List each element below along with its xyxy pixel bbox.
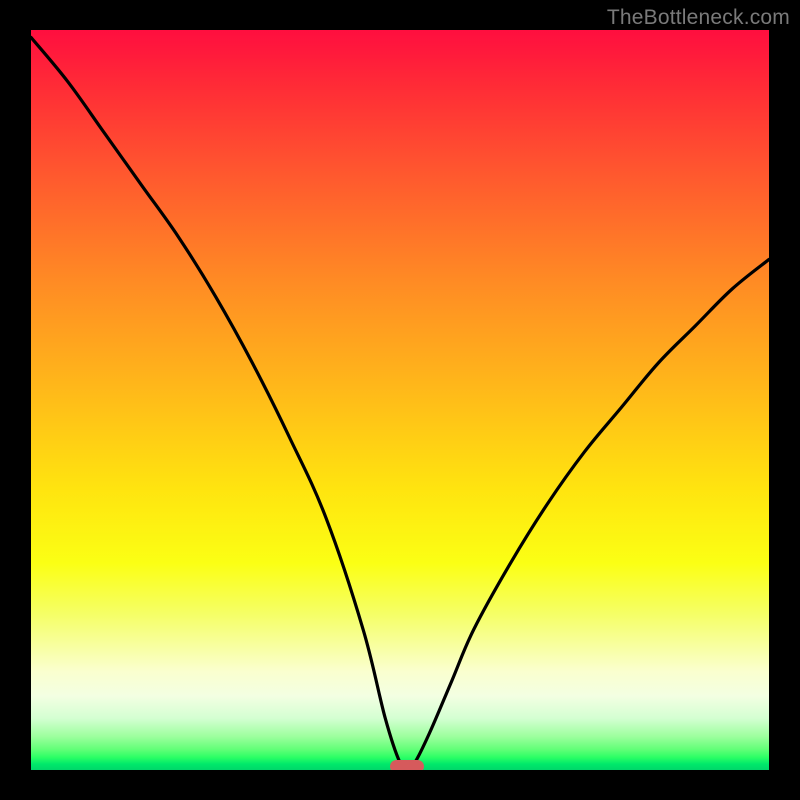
chart-frame: TheBottleneck.com xyxy=(0,0,800,800)
watermark-text: TheBottleneck.com xyxy=(607,6,790,30)
bottleneck-curve xyxy=(31,30,769,770)
plot-area xyxy=(31,30,769,770)
min-marker xyxy=(390,760,424,770)
